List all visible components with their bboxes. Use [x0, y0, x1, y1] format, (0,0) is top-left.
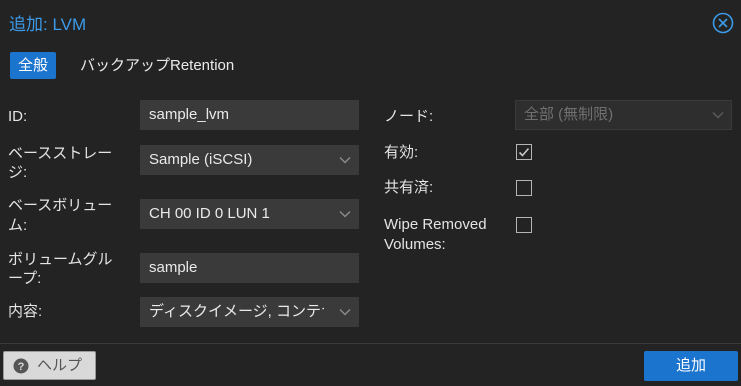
volume-group-label-2: ープ: [8, 270, 42, 287]
chevron-down-icon [712, 111, 724, 119]
id-label: ID: [8, 108, 28, 125]
base-volume-label-1: ベースボリュー [8, 197, 113, 214]
tab-general[interactable]: 全般 [10, 52, 57, 79]
chevron-down-icon [339, 156, 351, 164]
wipe-removed-label-1: Wipe Removed [384, 216, 487, 233]
id-input[interactable]: sample_lvm [140, 100, 359, 130]
help-button[interactable]: ? ヘルプ [3, 351, 96, 380]
shared-label: 共有済: [384, 179, 434, 196]
dialog-titlebar: 追加: LVM [0, 0, 741, 42]
svg-text:?: ? [18, 361, 25, 373]
enabled-label: 有効: [384, 144, 419, 161]
tab-backup-retention[interactable]: バックアップRetention [72, 52, 242, 79]
id-value: sample_lvm [149, 106, 230, 123]
content-value: ディスクイメージ, コンテナ [149, 303, 324, 320]
base-storage-label-1: ベースストレー [8, 145, 113, 162]
base-storage-select[interactable]: Sample (iSCSI) [140, 145, 359, 175]
content-label: 内容: [8, 303, 43, 320]
enabled-checkbox[interactable] [516, 144, 532, 160]
volume-group-label-1: ボリュームグル [8, 251, 113, 268]
wipe-removed-checkbox[interactable] [516, 217, 532, 233]
question-circle-icon: ? [13, 358, 29, 374]
close-icon[interactable] [712, 12, 734, 34]
chevron-down-icon [339, 308, 351, 316]
add-button[interactable]: 追加 [644, 351, 738, 381]
help-label: ヘルプ [37, 357, 83, 374]
dialog-footer: ? ヘルプ 追加 [0, 343, 741, 386]
base-volume-select[interactable]: CH 00 ID 0 LUN 1 [140, 199, 359, 229]
content-select[interactable]: ディスクイメージ, コンテナ [140, 297, 359, 327]
volume-group-value: sample [149, 259, 198, 276]
checkmark-icon [518, 147, 530, 157]
base-storage-value: Sample (iSCSI) [149, 151, 253, 168]
wipe-removed-label-2: Volumes: [384, 236, 446, 253]
shared-checkbox[interactable] [516, 180, 532, 196]
chevron-down-icon [339, 210, 351, 218]
node-select[interactable]: 全部 (無制限) [515, 100, 732, 130]
volume-group-input[interactable]: sample [140, 253, 359, 283]
node-label: ノード: [384, 108, 434, 125]
base-storage-label-2: ジ: [8, 164, 28, 181]
tab-bar: 全般 バックアップRetention [0, 46, 741, 86]
base-volume-value: CH 00 ID 0 LUN 1 [149, 205, 270, 222]
dialog-title: 追加: LVM [9, 15, 87, 34]
base-volume-label-2: ム: [8, 217, 28, 234]
node-value: 全部 (無制限) [524, 106, 614, 123]
